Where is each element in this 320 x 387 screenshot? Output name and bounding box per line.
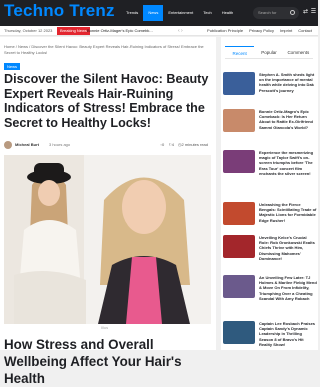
link-privacy-policy[interactable]: Privacy Policy [249,26,274,36]
site-header: Techno Trenz Trends News Entertainment T… [0,0,318,26]
random-article-icon[interactable]: ⇄ [302,9,309,16]
post-title[interactable]: Unveiling Kelce's Crucial Role: Rob Gron… [259,235,317,261]
link-imprint[interactable]: Imprint [280,26,292,36]
sidebar-menu-icon[interactable]: ☰ [310,9,317,16]
sidebar-post[interactable]: Experience the mesmerizing magic of Tayl… [223,150,315,180]
post-thumbnail[interactable] [223,150,255,173]
current-date: Thursday, October 12 2023 [4,28,53,33]
tab-popular[interactable]: Popular [254,46,283,58]
views-count: ⚐4 [168,142,175,147]
nav-entertainment[interactable]: Entertainment [163,5,198,21]
sidebar-tabs: Recent Popular Comments [225,46,313,59]
sidebar-post[interactable]: Bonnie Ortiz-Magro's Epic Comeback: Is H… [223,109,315,139]
post-thumbnail[interactable] [223,235,255,258]
sidebar-post[interactable]: Stephen A. Smith sheds light on the impo… [223,72,315,102]
tab-recent[interactable]: Recent [225,46,255,58]
post-title[interactable]: Bonnie Ortiz-Magro's Epic Comeback: Is H… [259,109,317,130]
post-time: 3 hours ago [49,142,71,147]
category-badge[interactable]: News [4,63,21,70]
post-thumbnail[interactable] [223,321,255,344]
post-thumbnail[interactable] [223,202,255,225]
article-container: Home / News / Discover the Silent Havoc:… [0,37,216,386]
site-logo[interactable]: Techno Trenz [4,1,115,21]
ticker-arrows[interactable]: ‹ › [178,28,183,34]
post-title[interactable]: Captain Lee Rosbach Praises Captain Sand… [259,321,317,347]
nav-trends[interactable]: Trends [121,5,143,21]
breaking-news-label: Breaking News [57,27,90,35]
post-title[interactable]: An Unveiling Few Later: TJ Holmes & Mari… [259,275,317,301]
sidebar-post[interactable]: Captain Lee Rosbach Praises Captain Sand… [223,321,315,351]
main-nav: Trends News Entertainment Tech Health [121,5,238,21]
hero-illustration [4,155,211,324]
nav-health[interactable]: Health [217,5,239,21]
article-title: Discover the Silent Havoc: Beauty Expert… [4,72,209,130]
post-title[interactable]: Unleashing the Fierce Bengals: Scintilla… [259,202,317,223]
comments-count[interactable]: ▫0 [161,141,165,149]
article-meta: Micheal Burt 3 hours ago ▫0 ⚐4 ◷2 minute… [4,141,212,149]
author-name[interactable]: Micheal Burt [15,141,39,149]
hero-image [4,155,211,324]
top-bar: Thursday, October 12 2023 Breaking News … [0,26,318,36]
sidebar-post[interactable]: An Unveiling Few Later: TJ Holmes & Mari… [223,275,317,305]
sidebar-post[interactable]: Unveiling Kelce's Crucial Role: Rob Gron… [223,235,315,265]
post-thumbnail[interactable] [223,275,255,298]
sidebar-post[interactable]: Unleashing the Fierce Bengals: Scintilla… [223,202,317,232]
nav-tech[interactable]: Tech [198,5,216,21]
tab-comments[interactable]: Comments [284,46,313,58]
search-placeholder: Search for [258,10,277,15]
image-caption: Illus [101,325,109,330]
post-title[interactable]: Stephen A. Smith sheds light on the impo… [259,72,317,93]
nav-news[interactable]: News [143,5,164,21]
breaking-news-ticker[interactable]: Bonnie Ortiz-Mager's Epic Comebk... [87,26,153,36]
post-thumbnail[interactable] [223,72,255,95]
top-links: Publication Principle Privacy Policy Imp… [207,26,312,36]
post-thumbnail[interactable] [223,109,255,132]
link-contact[interactable]: Contact [298,26,312,36]
post-title[interactable]: Experience the mesmerizing magic of Tayl… [259,150,317,176]
search-icon[interactable] [290,10,295,15]
article-stats: ▫0 ⚐4 ◷2 minutes read [161,141,208,149]
author-avatar[interactable] [4,141,12,149]
read-time: ◷2 minutes read [178,142,208,147]
breadcrumb[interactable]: Home / News / Discover the Silent Havoc:… [4,44,212,56]
sidebar: Recent Popular Comments Stephen A. Smith… [221,37,318,350]
link-publication-principle[interactable]: Publication Principle [207,26,243,36]
article-subheading: How Stress and Overall Wellbeing Affect … [4,337,182,386]
search-input[interactable]: Search for [253,7,299,19]
